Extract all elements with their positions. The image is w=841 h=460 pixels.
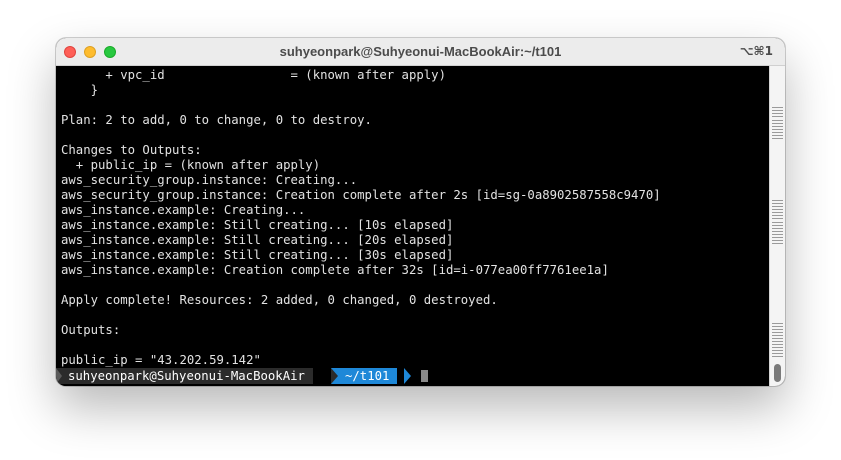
scroll-mark — [772, 243, 783, 244]
scroll-mark — [772, 203, 783, 204]
scroll-mark — [772, 218, 783, 219]
shell-prompt[interactable]: suhyeonpark@Suhyeonui-MacBookAir ~/t101 — [56, 368, 769, 384]
terminal-line: aws_security_group.instance: Creating... — [61, 173, 358, 187]
terminal-line: aws_security_group.instance: Creation co… — [61, 188, 661, 202]
scroll-mark — [772, 209, 783, 210]
scroll-mark — [772, 132, 783, 133]
scroll-mark — [772, 323, 783, 324]
terminal-output[interactable]: + vpc_id = (known after apply) } Plan: 2… — [56, 66, 769, 386]
scroll-mark — [772, 228, 783, 229]
scroll-mark — [772, 123, 783, 124]
terminal-line: Apply complete! Resources: 2 added, 0 ch… — [61, 293, 498, 307]
scroll-mark — [772, 225, 783, 226]
scroll-mark — [772, 326, 783, 327]
scroll-mark — [772, 353, 783, 354]
title-bar[interactable]: suhyeonpark@Suhyeonui-MacBookAir:~/t101 … — [56, 38, 785, 66]
scroll-mark — [772, 200, 783, 201]
scroll-mark — [772, 138, 783, 139]
scroll-mark — [772, 126, 783, 127]
scroll-mark — [772, 338, 783, 339]
scroll-mark — [772, 341, 783, 342]
terminal-line: aws_instance.example: Still creating... … — [61, 218, 454, 232]
scroll-mark — [772, 347, 783, 348]
terminal-line: Changes to Outputs: — [61, 143, 202, 157]
scroll-mark — [772, 222, 783, 223]
scroll-mark — [772, 116, 783, 117]
scroll-mark — [772, 231, 783, 232]
scroll-mark — [772, 113, 783, 114]
prompt-directory: ~/t101 — [331, 368, 398, 384]
text-cursor[interactable] — [421, 370, 428, 382]
scroll-mark — [772, 329, 783, 330]
window-title: suhyeonpark@Suhyeonui-MacBookAir:~/t101 — [279, 44, 562, 59]
terminal-line: Outputs: — [61, 323, 121, 337]
terminal-line: + vpc_id = (known after apply) — [61, 68, 446, 82]
scroll-mark — [772, 356, 783, 357]
terminal-line: Plan: 2 to add, 0 to change, 0 to destro… — [61, 113, 372, 127]
scroll-mark — [772, 135, 783, 136]
scroll-mark — [772, 350, 783, 351]
vertical-scrollbar[interactable] — [769, 66, 785, 386]
prompt-separator-icon — [331, 368, 338, 384]
terminal-line: public_ip = "43.202.59.142" — [61, 353, 261, 367]
scroll-mark — [772, 206, 783, 207]
prompt-user-host: suhyeonpark@Suhyeonui-MacBookAir — [56, 368, 313, 384]
scroll-mark — [772, 344, 783, 345]
scroll-mark — [772, 129, 783, 130]
terminal-line: aws_instance.example: Creating... — [61, 203, 306, 217]
prompt-end-arrow-icon — [404, 368, 411, 384]
scrollbar-thumb[interactable] — [774, 364, 781, 382]
terminal-line: aws_instance.example: Still creating... … — [61, 233, 454, 247]
scroll-mark — [772, 212, 783, 213]
scroll-mark — [772, 240, 783, 241]
prompt-start-arrow-icon — [56, 368, 62, 384]
scroll-mark — [772, 234, 783, 235]
scroll-mark — [772, 237, 783, 238]
terminal-line: aws_instance.example: Still creating... … — [61, 248, 454, 262]
scroll-mark — [772, 110, 783, 111]
terminal-line: } — [61, 83, 99, 97]
terminal-window: suhyeonpark@Suhyeonui-MacBookAir:~/t101 … — [56, 38, 785, 386]
scroll-mark — [772, 335, 783, 336]
terminal-line: aws_instance.example: Creation complete … — [61, 263, 609, 277]
scroll-mark — [772, 120, 783, 121]
scroll-mark — [772, 215, 783, 216]
terminal-line: + public_ip = (known after apply) — [61, 158, 321, 172]
window-shortcut: ⌥⌘1 — [739, 44, 773, 58]
scroll-mark — [772, 332, 783, 333]
scroll-mark — [772, 107, 783, 108]
